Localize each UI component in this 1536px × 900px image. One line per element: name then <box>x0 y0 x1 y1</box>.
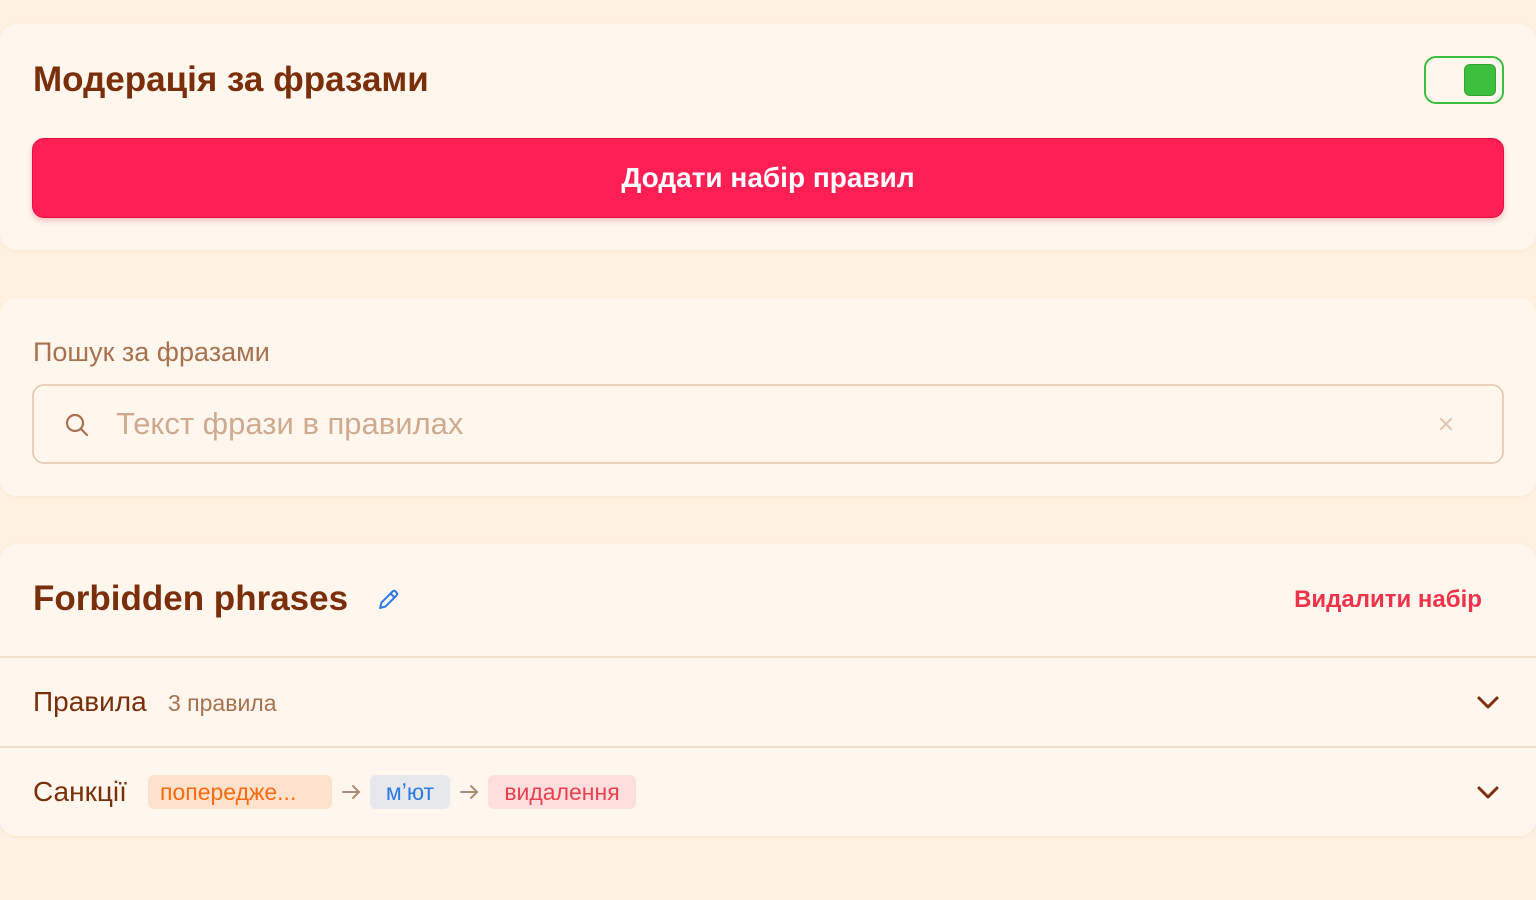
rules-row[interactable]: Правила 3 правила <box>0 658 1536 746</box>
arrow-right-icon <box>460 785 478 799</box>
toggle-knob <box>1464 64 1496 96</box>
search-label: Пошук за фразами <box>33 337 270 367</box>
rules-label: Правила <box>33 686 147 717</box>
moderation-title: Модерація за фразами <box>33 60 429 99</box>
search-box[interactable] <box>32 384 1504 464</box>
close-icon[interactable] <box>1430 408 1462 440</box>
sanctions-label: Санкції <box>33 776 127 807</box>
arrow-right-icon <box>342 785 360 799</box>
delete-ruleset-button[interactable]: Видалити набір <box>1268 582 1508 618</box>
search-card: Пошук за фразами <box>0 298 1536 496</box>
ruleset-title: Forbidden phrases <box>33 579 349 618</box>
moderation-card: Модерація за фразами Додати набір правил <box>0 24 1536 250</box>
chevron-down-icon[interactable] <box>1474 778 1502 806</box>
add-ruleset-button[interactable]: Додати набір правил <box>32 138 1504 218</box>
chevron-down-icon[interactable] <box>1474 688 1502 716</box>
sanction-chip-warning: попередже... <box>148 775 332 809</box>
sanction-chip-mute: мʼют <box>370 775 450 809</box>
rules-count: 3 правила <box>168 690 277 716</box>
sanction-chip-delete: видалення <box>488 775 636 809</box>
moderation-toggle[interactable] <box>1424 56 1504 104</box>
search-input[interactable] <box>114 400 1414 448</box>
pencil-icon[interactable] <box>374 586 402 614</box>
ruleset-card: Forbidden phrases Видалити набір Правила… <box>0 544 1536 836</box>
sanctions-row[interactable]: Санкції попередже... мʼют видалення <box>0 748 1536 836</box>
search-icon <box>65 413 89 437</box>
